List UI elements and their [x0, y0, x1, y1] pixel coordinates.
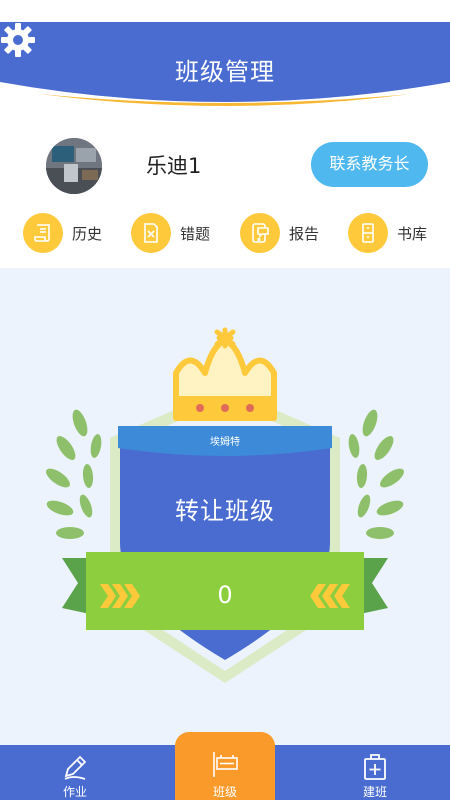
contact-director-button[interactable]: 联系教务长: [311, 142, 428, 187]
quick-action-label: 书库: [397, 224, 428, 243]
quick-action-history[interactable]: 历史: [23, 210, 102, 256]
tab-label: 建班: [362, 785, 387, 799]
crown-icon: [173, 327, 277, 421]
class-badge-panel: 埃姆特 转让班级 0: [0, 268, 450, 745]
avatar[interactable]: [46, 138, 102, 194]
user-name: 乐迪1: [146, 154, 202, 178]
scroll-icon: [23, 213, 63, 253]
cabinet-icon: [348, 213, 388, 253]
profile-row: 乐迪1 联系教务长: [0, 130, 450, 200]
quick-action-library[interactable]: 书库: [348, 210, 427, 256]
quick-action-label: 报告: [289, 224, 320, 243]
transfer-class-button[interactable]: 转让班级: [120, 491, 330, 526]
gear-icon[interactable]: [0, 22, 36, 58]
laurel-right-icon: [348, 409, 404, 539]
add-class-icon: [364, 754, 386, 780]
quick-action-label: 错题: [180, 224, 211, 243]
class-sign-icon: [213, 752, 238, 777]
quick-action-label: 历史: [72, 224, 103, 243]
page-title: 班级管理: [175, 58, 275, 86]
badge-name: 埃姆特: [210, 437, 240, 448]
quick-action-mistakes[interactable]: 错题: [131, 210, 210, 256]
laurel-left-icon: [46, 409, 102, 539]
tab-create-class[interactable]: 建班: [325, 745, 425, 800]
badge-count: 0: [217, 581, 233, 609]
quick-actions: 历史 错题 报告 书库: [0, 210, 450, 260]
bottom-tab-bar: 作业 班级 建班: [0, 732, 450, 800]
tab-homework[interactable]: 作业: [25, 745, 125, 800]
tab-class[interactable]: 班级: [175, 732, 275, 800]
quick-action-report[interactable]: 报告: [240, 210, 319, 256]
pencil-icon: [64, 755, 87, 780]
header: 班级管理: [0, 22, 450, 112]
tab-label: 作业: [62, 785, 87, 799]
tab-label: 班级: [212, 785, 237, 799]
report-phone-icon: [240, 213, 280, 253]
wrong-sheet-icon: [131, 213, 171, 253]
status-bar: [0, 0, 450, 22]
